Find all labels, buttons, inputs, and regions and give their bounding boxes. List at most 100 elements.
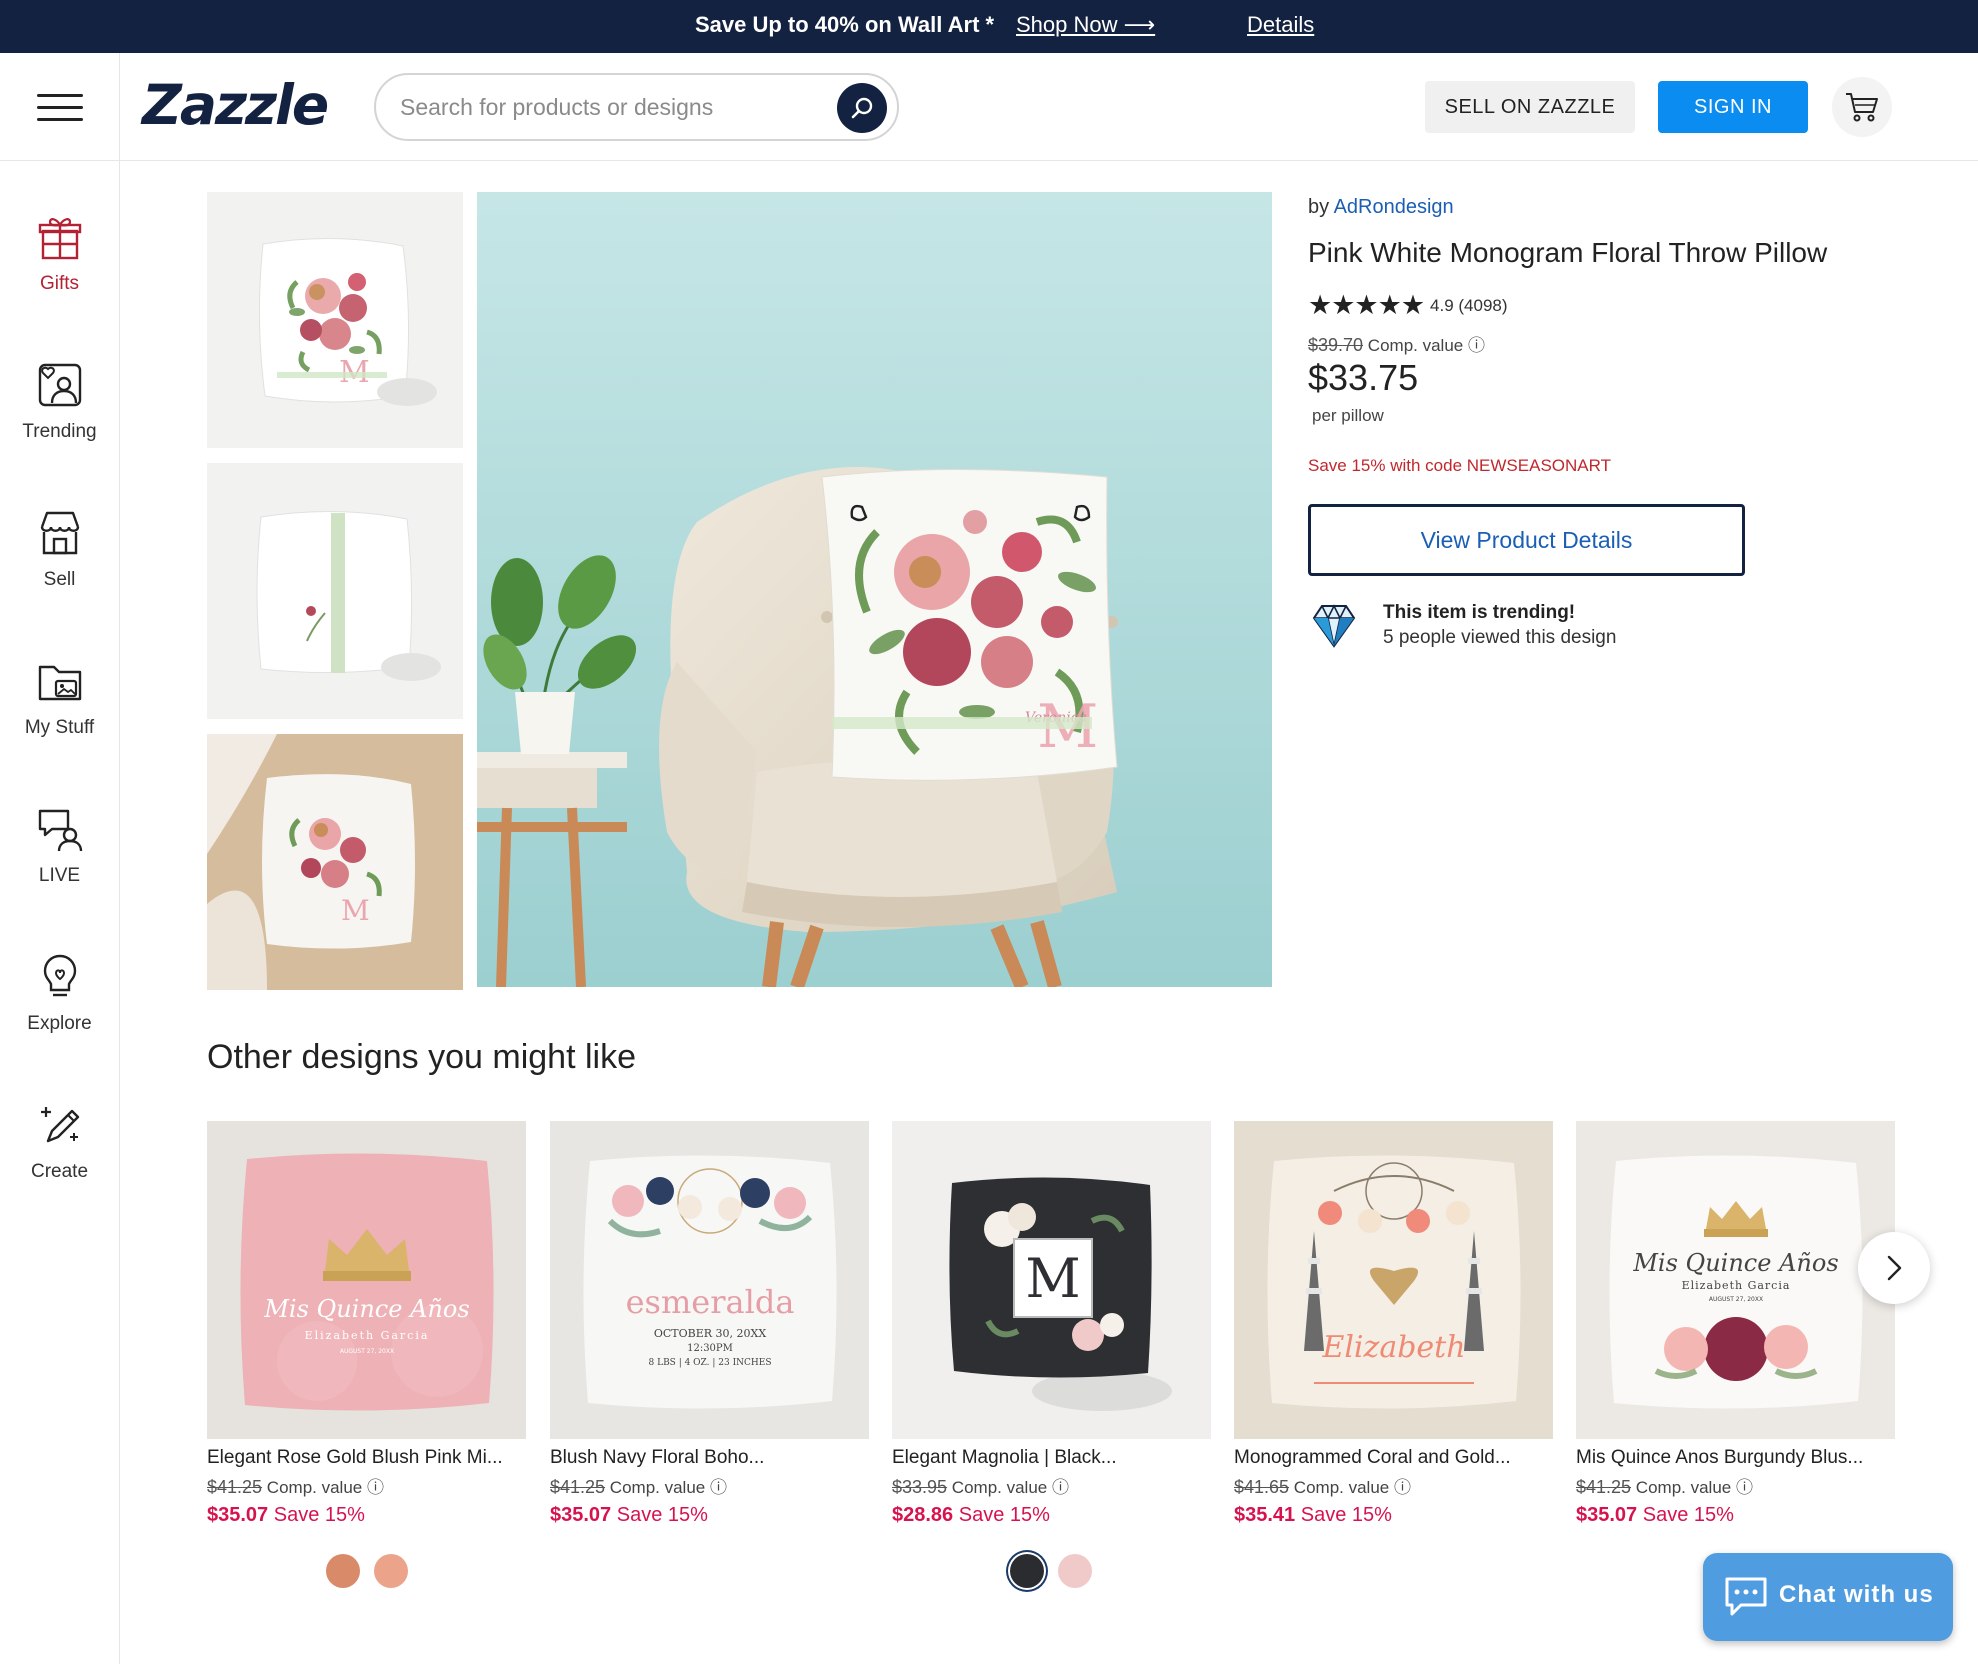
product-thumbnail-3[interactable]: M (207, 734, 463, 990)
sell-on-zazzle-button[interactable]: SELL ON ZAZZLE (1425, 81, 1635, 133)
product-thumbnail-2[interactable] (207, 463, 463, 719)
recommendation-card[interactable]: esmeralda OCTOBER 30, 20XX 12:30PM 8 LBS… (550, 1121, 869, 1527)
shop-now-link[interactable]: Shop Now ⟶ (1016, 12, 1155, 38)
recommendation-card[interactable]: Elizabeth Monogrammed Coral and Gold... … (1234, 1121, 1553, 1527)
recommendation-price: $35.41 Save 15% (1234, 1504, 1392, 1526)
recommendation-price: $35.07 Save 15% (550, 1504, 708, 1526)
comp-price: $39.70 (1308, 335, 1364, 355)
recommendation-name[interactable]: Elegant Rose Gold Blush Pink Mi... (207, 1447, 526, 1469)
color-swatches (326, 1554, 408, 1588)
sidebar-label-my-stuff: My Stuff (24, 717, 95, 738)
recommendation-card[interactable]: Mis Quince Años Elizabeth Garcia AUGUST … (207, 1121, 526, 1527)
search-button[interactable] (837, 83, 887, 133)
svg-text:12:30PM: 12:30PM (687, 1343, 733, 1354)
comp-value: $39.70 Comp. value ⓘ (1308, 331, 1485, 356)
svg-text:Elizabeth Garcia: Elizabeth Garcia (305, 1329, 430, 1342)
recommendation-name[interactable]: Blush Navy Floral Boho... (550, 1447, 869, 1469)
sidebar-label-live: LIVE (38, 865, 81, 886)
color-swatch[interactable] (374, 1554, 408, 1588)
left-sidebar: Gifts Trending Sell My Stuff LIVE Explor… (0, 161, 120, 1664)
recommendation-name[interactable]: Elegant Magnolia | Black... (892, 1447, 1211, 1469)
cart-button[interactable] (1832, 77, 1892, 137)
recommendation-image[interactable]: Elizabeth (1234, 1121, 1553, 1439)
folder-icon (38, 665, 81, 701)
recommendation-name[interactable]: Mis Quince Anos Burgundy Blus... (1576, 1447, 1895, 1469)
recommendation-price: $35.07 Save 15% (207, 1504, 365, 1526)
esmeralda-pillow-image: esmeralda OCTOBER 30, 20XX 12:30PM 8 LBS… (550, 1121, 869, 1439)
trending-subtitle: 5 people viewed this design (1383, 627, 1617, 648)
chevron-right-icon (1887, 1255, 1902, 1281)
sidebar-item-create[interactable]: Create (0, 1099, 119, 1183)
recommendation-image[interactable]: Mis Quince Años Elizabeth Garcia AUGUST … (1576, 1121, 1895, 1439)
rating-value: 4.9 (4098) (1430, 295, 1508, 315)
recommendation-image[interactable]: esmeralda OCTOBER 30, 20XX 12:30PM 8 LBS… (550, 1121, 869, 1439)
color-swatch[interactable] (1058, 1554, 1092, 1588)
recommendation-comp: $41.25 Comp. value ⓘ (550, 1477, 727, 1497)
sidebar-item-explore[interactable]: Explore (0, 951, 119, 1035)
chat-with-us-button[interactable]: Chat with us (1703, 1553, 1953, 1641)
sidebar-label-sell: Sell (43, 569, 76, 590)
sidebar-item-trending[interactable]: Trending (0, 359, 119, 443)
by-label: by (1308, 196, 1330, 218)
sign-in-button[interactable]: SIGN IN (1658, 81, 1808, 133)
recommendation-name[interactable]: Monogrammed Coral and Gold... (1234, 1447, 1553, 1469)
recommendation-price: $28.86 Save 15% (892, 1504, 1050, 1526)
svg-text:AUGUST 27, 20XX: AUGUST 27, 20XX (1709, 1296, 1763, 1303)
store-icon (40, 511, 79, 555)
svg-text:AUGUST 27, 20XX: AUGUST 27, 20XX (340, 1348, 394, 1355)
pink-crown-pillow-image: Mis Quince Años Elizabeth Garcia AUGUST … (207, 1121, 526, 1439)
product-thumbnail-1[interactable]: M (207, 192, 463, 448)
recommendation-comp: $33.95 Comp. value ⓘ (892, 1477, 1069, 1497)
color-swatches (1010, 1554, 1092, 1588)
search-input[interactable] (400, 89, 800, 125)
price-unit: per pillow (1312, 406, 1384, 425)
cart-icon (1846, 93, 1878, 122)
live-chat-icon (38, 809, 82, 852)
rating-stars-icon: ★★★★★ (1308, 290, 1425, 320)
recommendation-comp: $41.25 Comp. value ⓘ (1576, 1477, 1753, 1497)
product-title: Pink White Monogram Floral Throw Pillow (1308, 237, 1828, 268)
hamburger-menu-icon[interactable] (37, 94, 83, 122)
sidebar-item-sell[interactable]: Sell (0, 507, 119, 591)
zazzle-logo[interactable]: Zazzle (142, 73, 329, 137)
black-magnolia-pillow-image: M (892, 1121, 1211, 1439)
recommendation-image[interactable]: M (892, 1121, 1211, 1439)
sidebar-label-create: Create (30, 1161, 89, 1182)
chat-bubble-icon (1725, 1577, 1767, 1616)
designer-byline: by AdRondesign (1308, 196, 1454, 219)
sidebar-item-gifts[interactable]: Gifts (0, 211, 119, 295)
designer-link[interactable]: AdRondesign (1334, 196, 1454, 218)
recommendation-price: $35.07 Save 15% (1576, 1504, 1734, 1526)
recommendation-comp: $41.65 Comp. value ⓘ (1234, 1477, 1411, 1497)
promo-banner: Save Up to 40% on Wall Art * Shop Now ⟶ … (0, 0, 1978, 53)
sidebar-item-live[interactable]: LIVE (0, 803, 119, 887)
header-divider (119, 53, 120, 161)
recommendation-image[interactable]: Mis Quince Años Elizabeth Garcia AUGUST … (207, 1121, 526, 1439)
promo-details-link[interactable]: Details (1247, 12, 1314, 38)
search-bar (374, 73, 899, 141)
carousel-next-button[interactable] (1858, 1232, 1930, 1304)
magic-pencil-icon (40, 1107, 79, 1143)
recommendation-card[interactable]: M Elegant Magnolia | Black... $33.95 Com… (892, 1121, 1211, 1527)
pillow-thumbnail-image: M (207, 192, 463, 448)
chair-pillow-scene: M Veronica (477, 192, 1272, 987)
pillow-back-thumbnail-image (207, 463, 463, 719)
svg-text:M: M (341, 894, 370, 927)
recommendation-card[interactable]: Mis Quince Años Elizabeth Garcia AUGUST … (1576, 1121, 1895, 1527)
view-product-details-button[interactable]: View Product Details (1308, 504, 1745, 576)
svg-text:Elizabeth Garcia: Elizabeth Garcia (1682, 1279, 1791, 1292)
product-rating[interactable]: ★★★★★ 4.9 (4098) (1308, 290, 1508, 321)
comp-value-label[interactable]: Comp. value ⓘ (1368, 336, 1485, 355)
color-swatch-selected[interactable] (1010, 1554, 1044, 1588)
color-swatch[interactable] (326, 1554, 360, 1588)
burgundy-quince-pillow-image: Mis Quince Años Elizabeth Garcia AUGUST … (1576, 1121, 1895, 1439)
svg-text:M: M (1025, 1247, 1080, 1310)
sidebar-item-my-stuff[interactable]: My Stuff (0, 655, 119, 739)
diamond-icon (1312, 604, 1356, 648)
promo-message: Save Up to 40% on Wall Art * (695, 12, 995, 37)
trending-icon (38, 363, 81, 407)
sidebar-label-explore: Explore (27, 1013, 92, 1034)
recommendations-heading: Other designs you might like (207, 1038, 636, 1076)
sidebar-label-gifts: Gifts (39, 273, 80, 294)
main-product-image[interactable]: M Veronica (477, 192, 1272, 987)
